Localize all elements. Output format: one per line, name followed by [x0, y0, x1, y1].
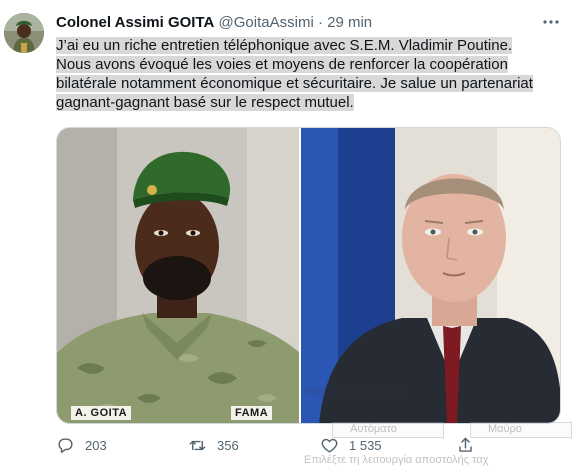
reply-count: 203	[85, 437, 107, 453]
tweet[interactable]: Colonel Assimi GOITA @GoitaAssimi · 29 m…	[0, 0, 584, 470]
overlay-send-mode-text: Επιλέξτε τη λειτουργία αποστολής ταχ	[304, 454, 489, 466]
avatar[interactable]	[4, 13, 44, 53]
tweet-timestamp[interactable]: 29 min	[327, 14, 372, 31]
reply-icon	[56, 436, 75, 455]
retweet-icon	[188, 436, 207, 455]
author-handle[interactable]: @GoitaAssimi	[219, 14, 314, 31]
retweet-button[interactable]: 356	[188, 432, 239, 458]
author-name[interactable]: Colonel Assimi GOITA	[56, 14, 214, 31]
translucent-print-dialog-overlay: Επιλογή εκτύπωσης Αυτόματο Μαύρο Επιλέξτ…	[292, 378, 584, 470]
overlay-select-2-value: Μαύρο	[488, 423, 522, 435]
avatar-image	[4, 13, 44, 53]
retweet-count: 356	[217, 437, 239, 453]
tweet-text: J’ai eu un riche entretien téléphonique …	[56, 36, 541, 112]
tweet-text-content: J’ai eu un riche entretien téléphonique …	[56, 37, 533, 111]
photo-caption-unit: FAMA	[231, 406, 273, 420]
more-icon[interactable]	[541, 12, 561, 32]
overlay-print-option-label: Επιλογή εκτύπωσης	[304, 386, 403, 398]
separator-dot: ·	[317, 14, 323, 31]
overlay-select-1-value: Αυτόματο	[350, 423, 397, 435]
tweet-header: Colonel Assimi GOITA @GoitaAssimi · 29 m…	[56, 13, 372, 33]
reply-button[interactable]: 203	[56, 432, 107, 458]
photo-caption-name: A. GOITA	[71, 406, 132, 420]
